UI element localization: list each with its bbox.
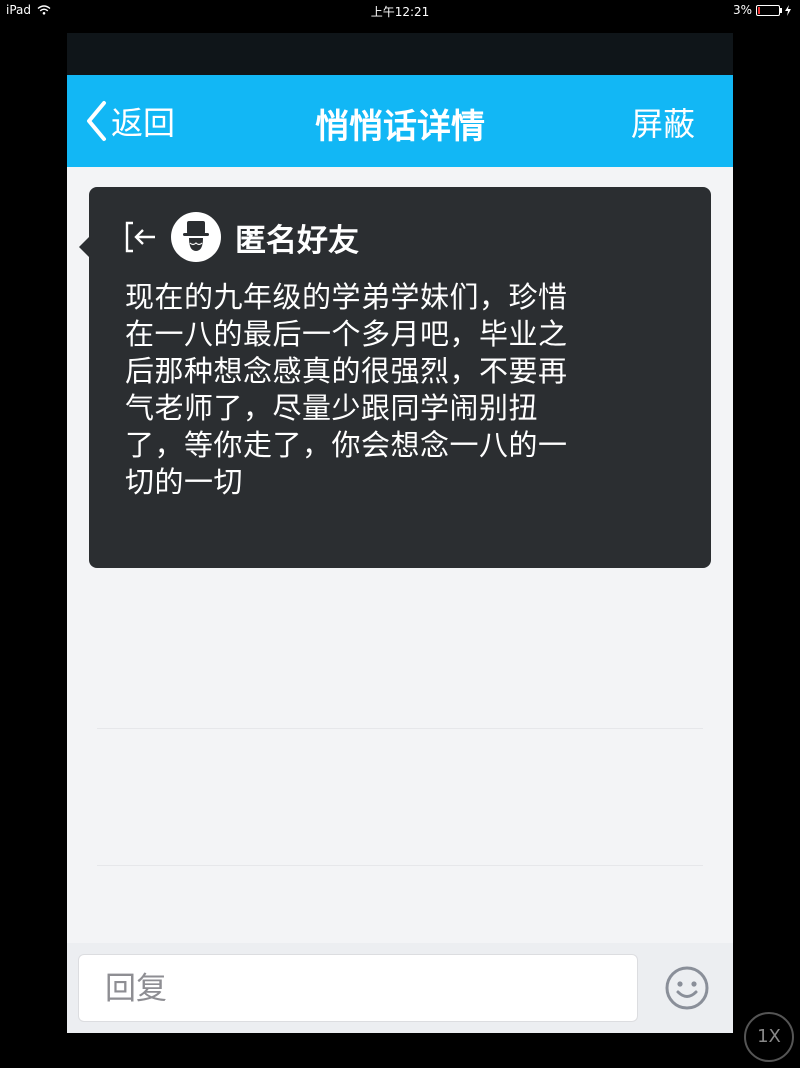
message-card: 匿名好友 现在的九年级的学弟学妹们，珍惜 在一八的最后一个多月吧，毕业之 后那种… bbox=[79, 187, 711, 568]
status-bar: iPad 上午12:21 3% bbox=[0, 0, 800, 22]
message-line: 了，等你走了，你会想念一八的一 bbox=[125, 428, 568, 462]
charging-bolt-icon bbox=[785, 4, 791, 16]
nav-bar: 返回 悄悄话详情 屏蔽 bbox=[67, 75, 733, 167]
app-window: 返回 悄悄话详情 屏蔽 匿名好友 现在的九年级的学弟学妹们，珍惜 在一八的最后一… bbox=[67, 33, 733, 1033]
reply-input[interactable]: 回复 bbox=[78, 954, 638, 1022]
message-line: 在一八的最后一个多月吧，毕业之 bbox=[125, 317, 568, 351]
message-header: 匿名好友 bbox=[123, 211, 359, 263]
battery-percent: 3% bbox=[732, 3, 752, 17]
message-line: 后那种想念感真的很强烈，不要再 bbox=[125, 354, 568, 388]
smiley-icon[interactable] bbox=[664, 965, 710, 1011]
exit-arrow-icon[interactable] bbox=[123, 219, 159, 255]
status-right: 3% bbox=[733, 3, 792, 17]
block-button[interactable]: 屏蔽 bbox=[631, 99, 695, 145]
message-line: 现在的九年级的学弟学妹们，珍惜 bbox=[125, 280, 568, 314]
divider bbox=[97, 865, 703, 866]
divider bbox=[97, 728, 703, 729]
zoom-toggle-button[interactable]: 1X bbox=[744, 1012, 794, 1062]
app-top-strip bbox=[67, 33, 733, 75]
reply-bar: 回复 bbox=[67, 943, 733, 1033]
anonymous-hat-avatar-icon bbox=[183, 221, 209, 251]
message-body: 现在的九年级的学弟学妹们，珍惜 在一八的最后一个多月吧，毕业之 后那种想念感真的… bbox=[125, 279, 645, 501]
sender-name: 匿名好友 bbox=[235, 222, 359, 259]
message-line: 切的一切 bbox=[125, 465, 244, 499]
battery-icon bbox=[756, 4, 782, 16]
status-time: 上午12:21 bbox=[370, 5, 430, 19]
message-line: 气老师了，尽量少跟同学闹别扭 bbox=[125, 391, 539, 425]
anonymous-avatar bbox=[171, 212, 221, 262]
